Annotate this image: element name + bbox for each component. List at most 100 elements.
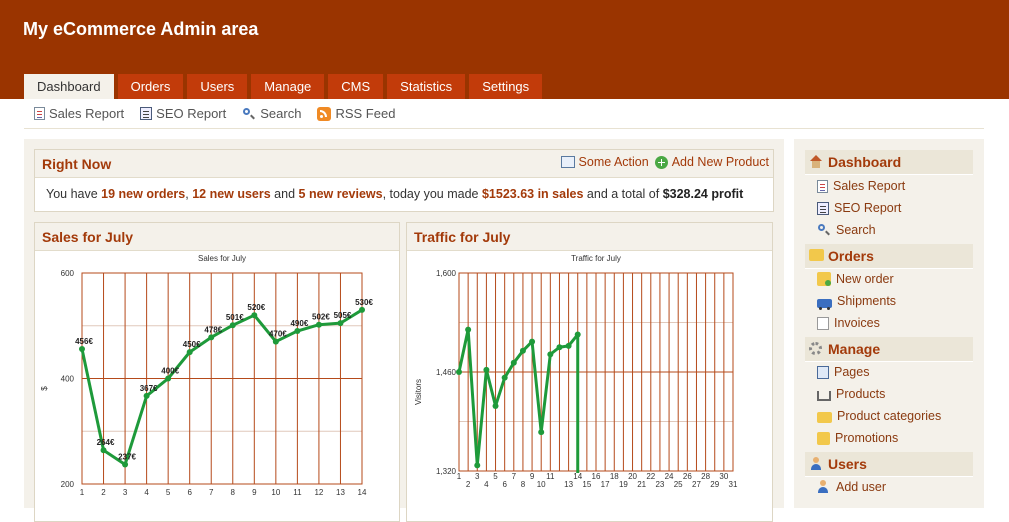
subnav-search-label: Search: [260, 106, 302, 121]
pages-icon: [817, 365, 829, 379]
x-tick-label: 5: [493, 472, 498, 481]
y-tick-label: 1,600: [436, 269, 457, 278]
search-icon: [817, 223, 831, 237]
sales-amount-link[interactable]: $1523.63 in sales: [482, 187, 583, 201]
profit-amount: $328.24 profit: [662, 187, 744, 201]
subnav-rss-feed[interactable]: RSS Feed: [317, 106, 395, 121]
tab-settings[interactable]: Settings: [469, 74, 543, 99]
sidebar-item-label: Sales Report: [833, 179, 906, 193]
chart-title: Traffic for July: [571, 254, 621, 263]
x-tick-label: 7: [512, 472, 517, 481]
traffic-data-point: [501, 374, 508, 381]
new-orders-link[interactable]: 19 new orders: [101, 187, 185, 201]
new-reviews-link[interactable]: 5 new reviews: [299, 187, 383, 201]
main-tabs: Dashboard Orders Users Manage CMS Statis…: [24, 74, 543, 99]
x-tick-label: 14: [573, 472, 582, 481]
promotions-icon: [817, 431, 830, 445]
sidebar-section-orders[interactable]: Orders: [805, 244, 973, 269]
x-tick-label: 2: [466, 480, 471, 489]
tab-users[interactable]: Users: [187, 74, 248, 99]
traffic-data-point: [510, 359, 517, 366]
sidebar-item-search[interactable]: Search: [817, 223, 876, 237]
tab-orders[interactable]: Orders: [117, 74, 184, 99]
sidebar-item-pages[interactable]: Pages: [817, 365, 869, 379]
x-tick-label: 28: [701, 472, 710, 481]
app-title: My eCommerce Admin area: [23, 19, 259, 39]
right-now-summary: You have 19 new orders, 12 new users and…: [46, 187, 743, 201]
some-action-label: Some Action: [578, 155, 649, 169]
sidebar-item-label: Invoices: [834, 316, 880, 330]
sidebar-item-sales-report[interactable]: Sales Report: [817, 179, 905, 193]
x-tick-label: 8: [521, 480, 526, 489]
data-label: 400€: [161, 367, 179, 376]
sidebar-item-products[interactable]: Products: [817, 387, 885, 401]
tab-statistics[interactable]: Statistics: [387, 74, 466, 99]
traffic-chart-container: Traffic for July 1,320 1,460 1,600 1 2 3 4 5 6 7 8 9…: [407, 251, 772, 514]
some-action-link[interactable]: Some Action: [560, 155, 649, 169]
sidebar: Dashboard Sales Report SEO Report Search…: [794, 139, 984, 508]
traffic-chart: Traffic for July1,3201,4601,600123456789…: [414, 254, 738, 489]
sidebar-item-new-order[interactable]: New order: [817, 272, 894, 286]
x-tick-label: 6: [187, 488, 192, 497]
sales-data-point: [143, 392, 150, 399]
sidebar-item-label: Products: [836, 387, 886, 401]
schedule-icon: [560, 156, 575, 168]
sidebar-item-invoices[interactable]: Invoices: [817, 316, 880, 330]
x-tick-label: 3: [123, 488, 128, 497]
summary-text: , today you made: [382, 187, 482, 201]
tab-dashboard[interactable]: Dashboard: [24, 74, 114, 99]
sales-data-point: [79, 345, 85, 352]
right-now-panel: Right Now Some Action Add New Product Yo…: [34, 149, 774, 212]
traffic-data-point: [565, 342, 572, 349]
add-icon: [654, 155, 668, 169]
x-tick-label: 3: [475, 472, 480, 481]
data-label: 470€: [269, 330, 287, 339]
data-label: 450€: [183, 340, 201, 349]
sales-data-point: [100, 447, 107, 454]
sidebar-section-users[interactable]: Users: [805, 452, 973, 477]
x-tick-label: 14: [358, 488, 367, 497]
x-tick-label: 25: [674, 480, 683, 489]
traffic-panel-title: Traffic for July: [414, 229, 511, 245]
folder-icon: [809, 249, 824, 261]
sales-data-point: [315, 321, 322, 328]
right-now-actions: Some Action Add New Product: [560, 155, 769, 169]
new-users-link[interactable]: 12 new users: [192, 187, 271, 201]
x-tick-label: 1: [457, 472, 462, 481]
sidebar-section-dashboard[interactable]: Dashboard: [805, 150, 973, 175]
user-icon: [809, 457, 823, 471]
report-icon: [34, 107, 45, 120]
traffic-data-point: [474, 462, 481, 469]
x-tick-label: 12: [314, 488, 323, 497]
sidebar-item-label: Search: [836, 223, 876, 237]
x-tick-label: 1: [80, 488, 85, 497]
sidebar-section-title: Orders: [828, 248, 874, 264]
subnav-sales-report[interactable]: Sales Report: [34, 106, 124, 121]
sales-data-point: [359, 306, 365, 313]
sidebar-item-label: Promotions: [835, 431, 899, 445]
main-content: Right Now Some Action Add New Product Yo…: [24, 139, 784, 522]
x-tick-label: 23: [655, 480, 664, 489]
x-tick-label: 9: [252, 488, 257, 497]
sidebar-item-seo-report[interactable]: SEO Report: [817, 201, 901, 215]
x-tick-label: 8: [231, 488, 236, 497]
sidebar-item-promotions[interactable]: Promotions: [817, 431, 898, 445]
sales-chart: Sales for July2004006001 2 3 4 5 6 7 8 9 10 11 12 13…: [40, 254, 373, 497]
home-icon: [809, 155, 823, 169]
sidebar-item-product-categories[interactable]: Product categories: [817, 409, 941, 423]
add-new-product-link[interactable]: Add New Product: [654, 155, 769, 169]
sidebar-section-manage[interactable]: Manage: [805, 337, 973, 362]
folder-icon: [817, 411, 832, 423]
sidebar-item-shipments[interactable]: Shipments: [817, 294, 896, 310]
subnav-search[interactable]: Search: [242, 106, 301, 121]
subnav-rss-feed-label: RSS Feed: [335, 106, 396, 121]
data-label: 501€: [226, 313, 244, 322]
x-tick-label: 10: [271, 488, 280, 497]
subnav-seo-report[interactable]: SEO Report: [140, 106, 226, 121]
x-tick-label: 21: [637, 480, 646, 489]
tab-cms[interactable]: CMS: [328, 74, 384, 99]
sidebar-item-add-user[interactable]: Add user: [817, 480, 886, 494]
truck-icon: [817, 298, 832, 310]
tab-manage[interactable]: Manage: [251, 74, 325, 99]
y-axis-label: $: [40, 386, 49, 391]
